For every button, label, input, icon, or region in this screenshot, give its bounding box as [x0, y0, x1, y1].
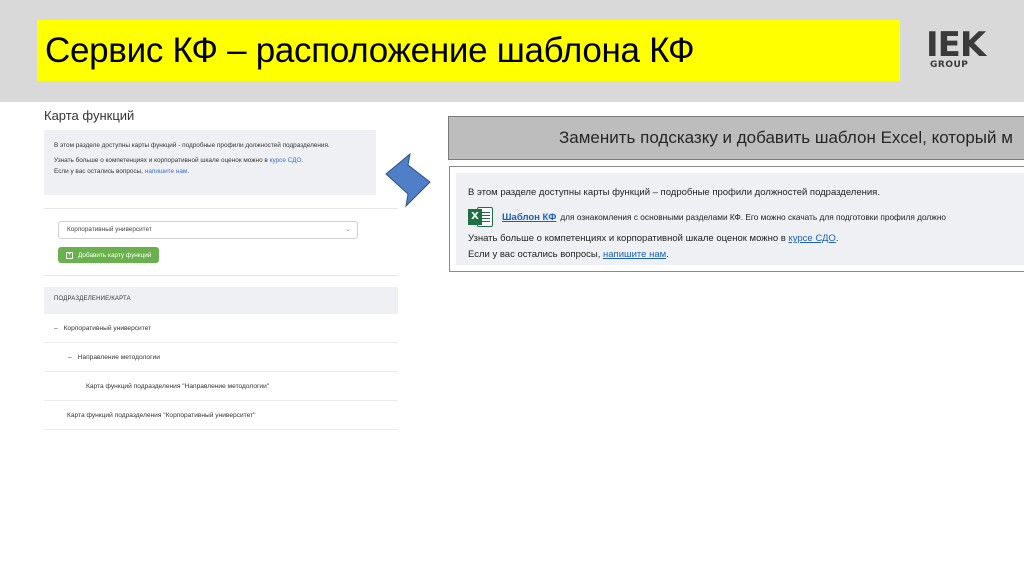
tree-row[interactable]: – Направление методологии	[44, 343, 398, 372]
kf-template-link[interactable]: Шаблон КФ	[502, 212, 556, 223]
tree-row[interactable]: Карта функций подразделения "Направление…	[44, 372, 398, 401]
slide-title: Сервис КФ – расположение шаблона КФ	[45, 30, 695, 70]
sdo-course-link[interactable]: курсе СДО	[270, 157, 302, 164]
tree-row[interactable]: – Корпоративный университет	[44, 314, 398, 343]
arrow-right-icon	[385, 152, 431, 208]
info-hint-box: В этом разделе доступны карты функций - …	[44, 130, 376, 195]
info-line-3: Если у вас остались вопросы, напишите на…	[54, 168, 190, 175]
logo-sub-text: GROUP	[930, 60, 969, 70]
tree-row-label[interactable]: Карта функций подразделения "Корпоративн…	[67, 412, 255, 419]
contact-us-link[interactable]: напишите нам	[603, 249, 666, 260]
function-map-screen: Карта функций В этом разделе доступны ка…	[44, 108, 398, 430]
filter-area: Корпоративный университет ⌄ + Добавить к…	[44, 208, 398, 276]
iek-logo: IEK GROUP	[926, 25, 1004, 76]
chevron-down-icon: ⌄	[345, 226, 351, 233]
new-hint-content: В этом разделе доступны карты функций – …	[456, 173, 1024, 265]
logo-main-text: IEK	[926, 25, 986, 65]
tree-row-label[interactable]: Карта функций подразделения "Направление…	[86, 383, 269, 390]
plus-icon: +	[66, 251, 73, 259]
add-function-map-button[interactable]: + Добавить карту функций	[58, 247, 160, 263]
replace-hint-banner: Заменить подсказку и добавить шаблон Exc…	[448, 116, 1024, 160]
slide-title-box: Сервис КФ – расположение шаблона КФ	[37, 20, 900, 81]
info-line-1: В этом разделе доступны карты функций - …	[54, 142, 330, 149]
excel-icon[interactable]: X	[468, 205, 494, 229]
new-hint-box: В этом разделе доступны карты функций – …	[449, 166, 1024, 272]
add-function-map-label: Добавить карту функций	[78, 251, 152, 259]
tree-row-label: Корпоративный университет	[63, 324, 152, 332]
contact-us-link[interactable]: напишите нам	[145, 168, 187, 175]
tree-row-label: Направление методологии	[77, 353, 160, 361]
excel-template-row: X Шаблон КФ для ознакомления с основными…	[468, 203, 1024, 231]
replace-hint-text: Заменить подсказку и добавить шаблон Exc…	[559, 128, 1013, 147]
page-title: Карта функций	[44, 108, 135, 123]
tree-row[interactable]: Карта функций подразделения "Корпоративн…	[44, 401, 398, 430]
table-header: ПОДРАЗДЕЛЕНИЕ/КАРТА	[44, 287, 398, 314]
collapse-icon[interactable]: –	[54, 325, 58, 332]
info-line-2: Узнать больше о компетенциях и корпорати…	[54, 157, 304, 164]
sdo-course-link[interactable]: курсе СДО	[788, 233, 835, 244]
hint-line-4: Если у вас остались вопросы, напишите на…	[468, 249, 669, 260]
excel-template-description: для ознакомления с основными разделами К…	[560, 212, 947, 222]
department-select[interactable]: Корпоративный университет ⌄	[58, 221, 358, 239]
hint-line-3: Узнать больше о компетенциях и корпорати…	[468, 233, 839, 244]
hint-line-1: В этом разделе доступны карты функций – …	[468, 187, 880, 198]
department-select-value: Корпоративный университет	[67, 226, 152, 233]
collapse-icon[interactable]: –	[68, 354, 72, 361]
